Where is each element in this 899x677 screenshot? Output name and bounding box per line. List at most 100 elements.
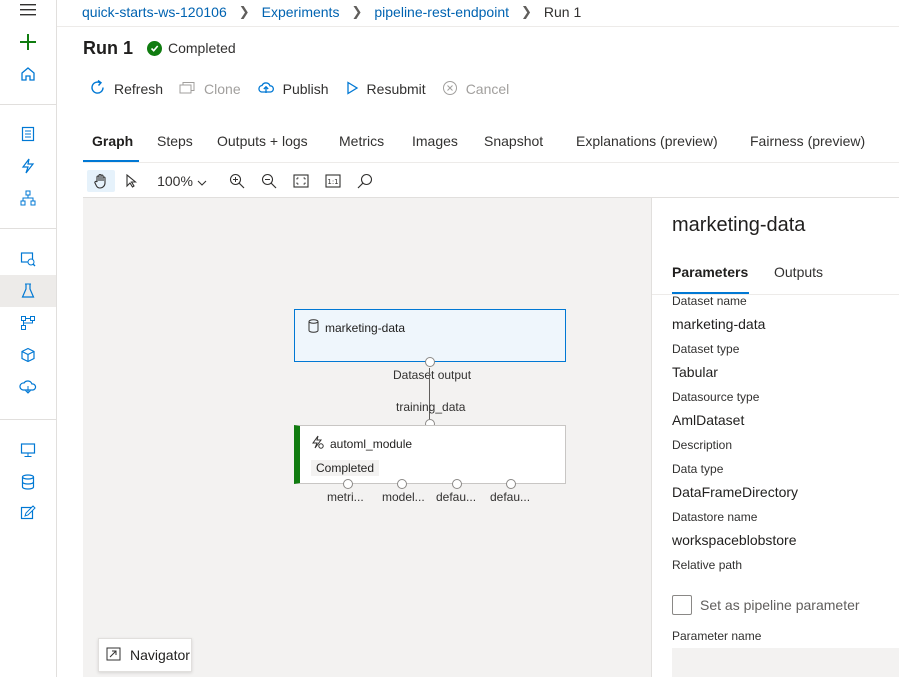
port-label: defau...: [436, 490, 477, 504]
tab-explanations[interactable]: Explanations (preview): [576, 133, 718, 149]
dataset-output-label: Dataset output: [393, 368, 472, 382]
graph-toolbar: 100% 1:1: [83, 164, 899, 198]
automated-ml-icon[interactable]: [0, 150, 56, 182]
chevron-right-icon: ❯: [351, 4, 363, 19]
hamburger-menu-icon[interactable]: [0, 0, 56, 26]
port-label: model...: [382, 490, 425, 504]
home-icon[interactable]: [0, 58, 56, 90]
field-label: Relative path: [672, 558, 743, 572]
parameter-name-input[interactable]: [672, 648, 899, 677]
datasets-icon[interactable]: [0, 243, 56, 275]
parameter-name-label: Parameter name: [672, 629, 762, 643]
run-tabs: Graph Steps Outputs + logs Metrics Image…: [83, 127, 899, 163]
refresh-icon: [89, 79, 106, 99]
tab-steps[interactable]: Steps: [157, 133, 193, 149]
clone-icon: [179, 81, 196, 98]
tab-graph[interactable]: Graph: [92, 133, 133, 149]
field-value: marketing-data: [672, 316, 766, 332]
tab-parameters[interactable]: Parameters: [672, 264, 748, 280]
zoom-in-icon[interactable]: [227, 170, 247, 192]
output-port[interactable]: [425, 357, 435, 367]
field-label: Dataset type: [672, 342, 740, 356]
page-title: Run 1: [83, 38, 134, 58]
clone-button[interactable]: Clone: [179, 81, 241, 98]
cancel-label: Cancel: [465, 81, 510, 97]
status-badge: Completed: [147, 40, 236, 56]
field-value: DataFrameDirectory: [672, 484, 799, 500]
field-label: Dataset name: [672, 294, 747, 308]
zoom-out-icon[interactable]: [259, 170, 279, 192]
data-labeling-icon[interactable]: [0, 497, 56, 529]
port-label: defau...: [490, 490, 531, 504]
designer-icon[interactable]: [0, 182, 56, 214]
output-port[interactable]: [343, 479, 353, 489]
node-status-badge: Completed: [311, 460, 380, 476]
dataset-icon: [308, 319, 319, 336]
cloud-upload-icon: [257, 80, 275, 98]
cancel-button[interactable]: Cancel: [442, 80, 510, 99]
notebooks-icon[interactable]: [0, 118, 56, 150]
breadcrumb-experiments[interactable]: Experiments: [262, 4, 340, 20]
field-value: Tabular: [672, 364, 718, 380]
endpoints-icon[interactable]: [0, 371, 56, 403]
experiments-icon[interactable]: [0, 275, 56, 307]
tab-fairness[interactable]: Fairness (preview): [750, 133, 865, 149]
tab-images[interactable]: Images: [412, 133, 458, 149]
dataset-node[interactable]: marketing-data: [294, 309, 566, 362]
models-icon[interactable]: [0, 339, 56, 371]
edge-port-label: training_data: [396, 400, 466, 414]
cancel-icon: [442, 80, 458, 99]
field-value: AmlDataset: [672, 412, 745, 428]
search-icon[interactable]: [355, 170, 375, 192]
tab-snapshot[interactable]: Snapshot: [484, 133, 543, 149]
actual-size-icon[interactable]: 1:1: [323, 170, 343, 192]
pipelines-icon[interactable]: [0, 307, 56, 339]
navigator-button[interactable]: Navigator: [98, 638, 192, 672]
breadcrumb-workspace[interactable]: quick-starts-ws-120106: [82, 4, 227, 20]
chevron-right-icon: ❯: [238, 4, 250, 19]
pan-hand-icon[interactable]: [87, 170, 115, 192]
tab-metrics[interactable]: Metrics: [339, 133, 384, 149]
check-circle-icon: [147, 40, 162, 56]
navigator-label: Navigator: [130, 647, 190, 663]
create-new-icon[interactable]: [0, 26, 56, 58]
automl-node-title: automl_module: [330, 436, 413, 451]
breadcrumb-current: Run 1: [543, 4, 582, 20]
status-text: Completed: [168, 40, 236, 56]
select-pointer-icon[interactable]: [121, 170, 141, 192]
tab-outputs[interactable]: Outputs: [774, 264, 823, 280]
breadcrumb-experiment[interactable]: pipeline-rest-endpoint: [374, 4, 509, 20]
dataset-node-title: marketing-data: [325, 320, 406, 335]
refresh-button[interactable]: Refresh: [89, 79, 163, 99]
action-toolbar: Refresh Clone Publish Resubmit Cancel: [89, 79, 525, 99]
output-port[interactable]: [452, 479, 462, 489]
field-label: Datastore name: [672, 510, 758, 524]
details-panel: marketing-data Parameters Outputs Datase…: [651, 198, 899, 677]
tab-outputs-logs[interactable]: Outputs + logs: [217, 133, 308, 149]
pipeline-parameter-checkbox[interactable]: [672, 595, 692, 615]
zoom-dropdown[interactable]: 100%: [151, 170, 213, 192]
graph-canvas[interactable]: marketing-data Dataset output training_d…: [83, 198, 651, 677]
publish-button[interactable]: Publish: [257, 80, 329, 98]
datastores-icon[interactable]: [0, 466, 56, 498]
clone-label: Clone: [204, 81, 241, 97]
publish-label: Publish: [282, 81, 329, 97]
automated-ml-icon: [310, 435, 324, 452]
output-port[interactable]: [397, 479, 407, 489]
port-label: metri...: [327, 490, 364, 504]
zoom-value: 100%: [157, 173, 193, 189]
navigator-icon: [106, 647, 121, 664]
panel-title: marketing-data: [672, 214, 806, 236]
resubmit-button[interactable]: Resubmit: [345, 80, 426, 98]
resubmit-label: Resubmit: [366, 81, 426, 97]
refresh-label: Refresh: [114, 81, 164, 97]
chevron-right-icon: ❯: [521, 4, 532, 19]
svg-text:1:1: 1:1: [327, 178, 338, 186]
fit-to-screen-icon[interactable]: [291, 170, 311, 192]
field-label: Datasource type: [672, 390, 760, 404]
output-port[interactable]: [506, 479, 516, 489]
automl-node[interactable]: automl_module Completed: [294, 425, 566, 484]
field-label: Data type: [672, 462, 724, 476]
checkbox-label: Set as pipeline parameter: [700, 597, 860, 613]
compute-icon[interactable]: [0, 434, 56, 466]
